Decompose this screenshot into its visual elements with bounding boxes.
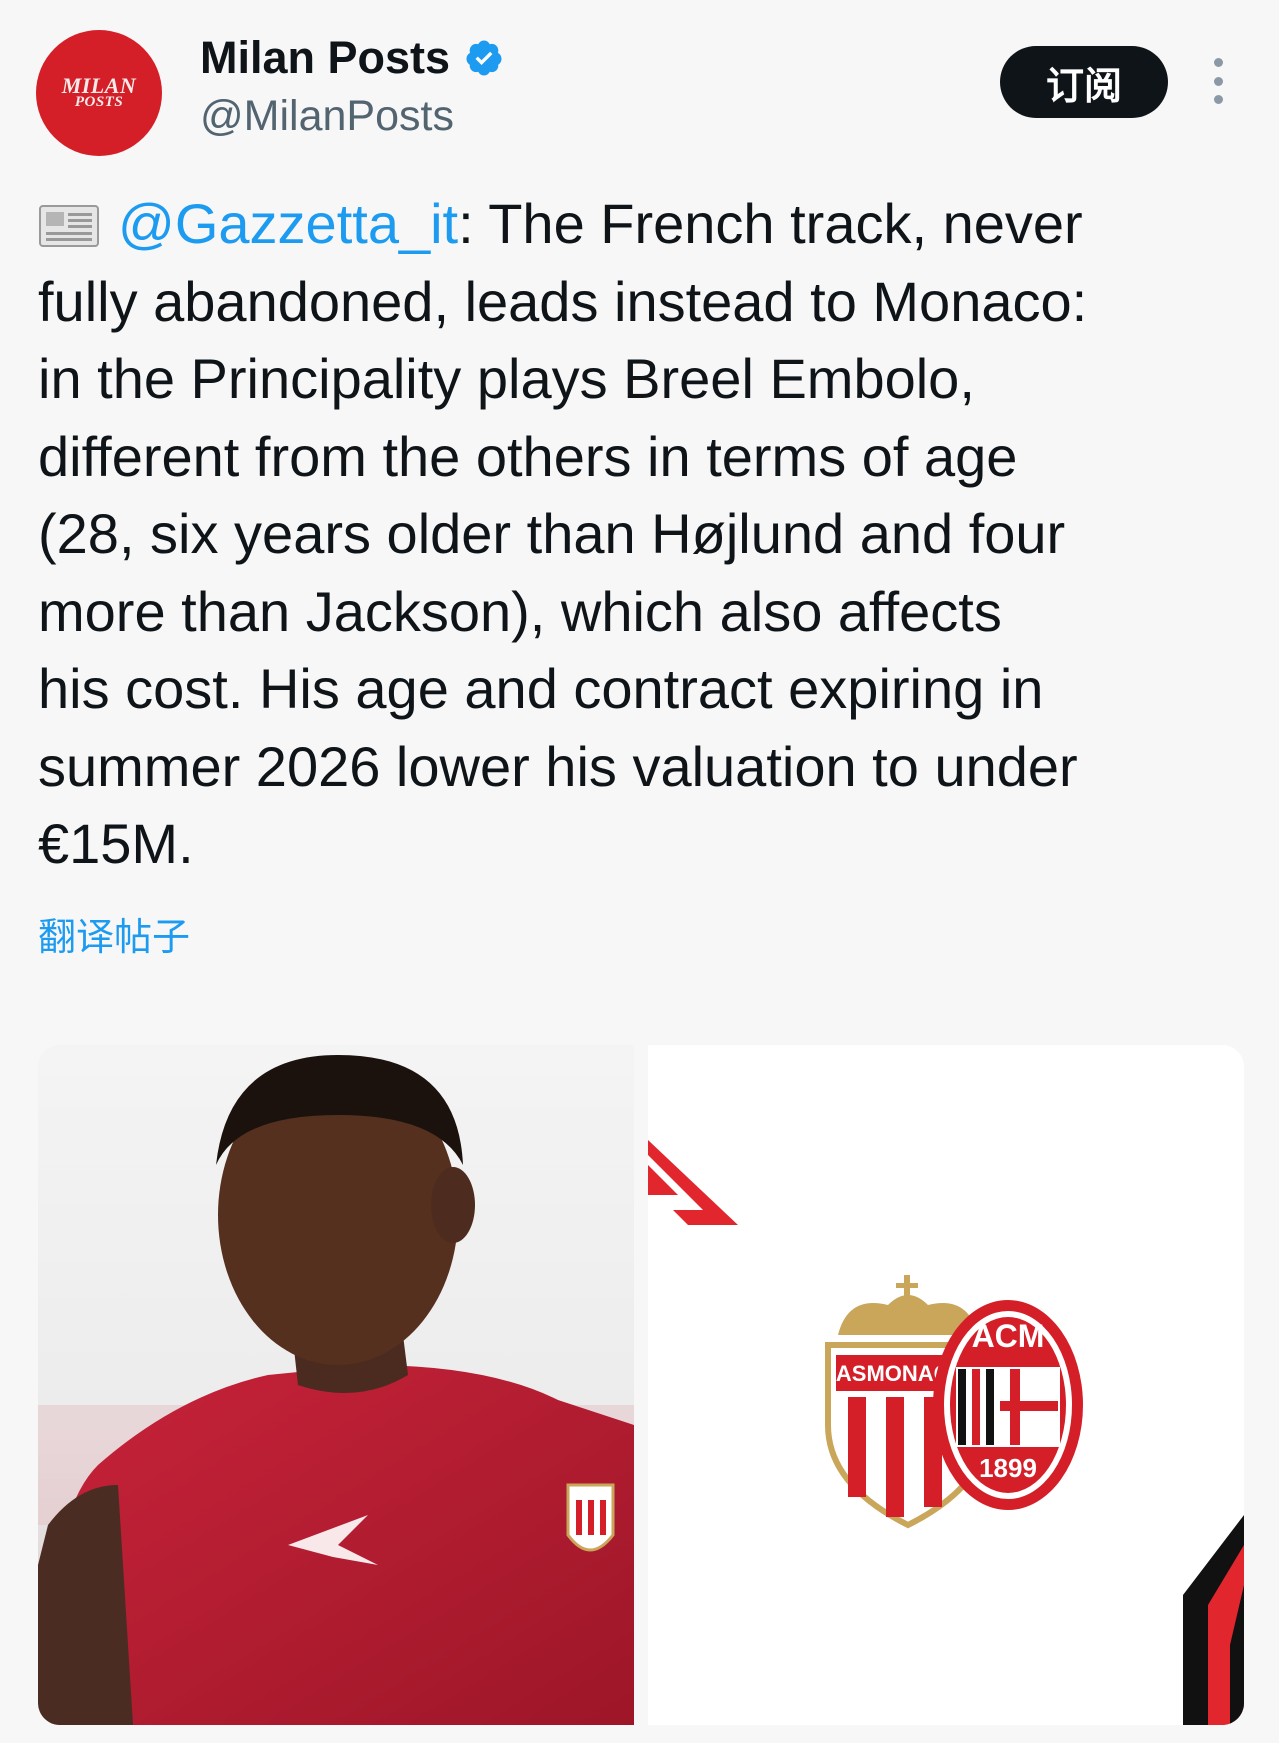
more-vertical-icon[interactable] [1206,58,1230,104]
milan-crest-year: 1899 [979,1453,1037,1483]
newspaper-icon [39,205,99,247]
avatar-line-2: POSTS [74,94,124,111]
avatar[interactable]: MILAN POSTS [36,30,162,156]
display-name[interactable]: Milan Posts [200,32,504,84]
mention-link[interactable]: @Gazzetta_it [118,192,458,255]
tweet-text: @Gazzetta_it: The French track, never fu… [38,185,1253,883]
player-photo[interactable] [38,1045,634,1725]
translate-post-link[interactable]: 翻译帖子 [38,906,190,961]
handle[interactable]: @MilanPosts [200,92,454,141]
display-name-text: Milan Posts [200,32,451,83]
verified-badge-icon [466,40,502,76]
tweet-body: : The French track, never fully abandone… [38,192,1088,875]
subscribe-button[interactable]: 订阅 [1000,46,1168,118]
milan-crest-top-text: ACM [972,1318,1045,1354]
club-crests-graphic[interactable]: ASMONACOF ACM 1899 [648,1045,1244,1725]
